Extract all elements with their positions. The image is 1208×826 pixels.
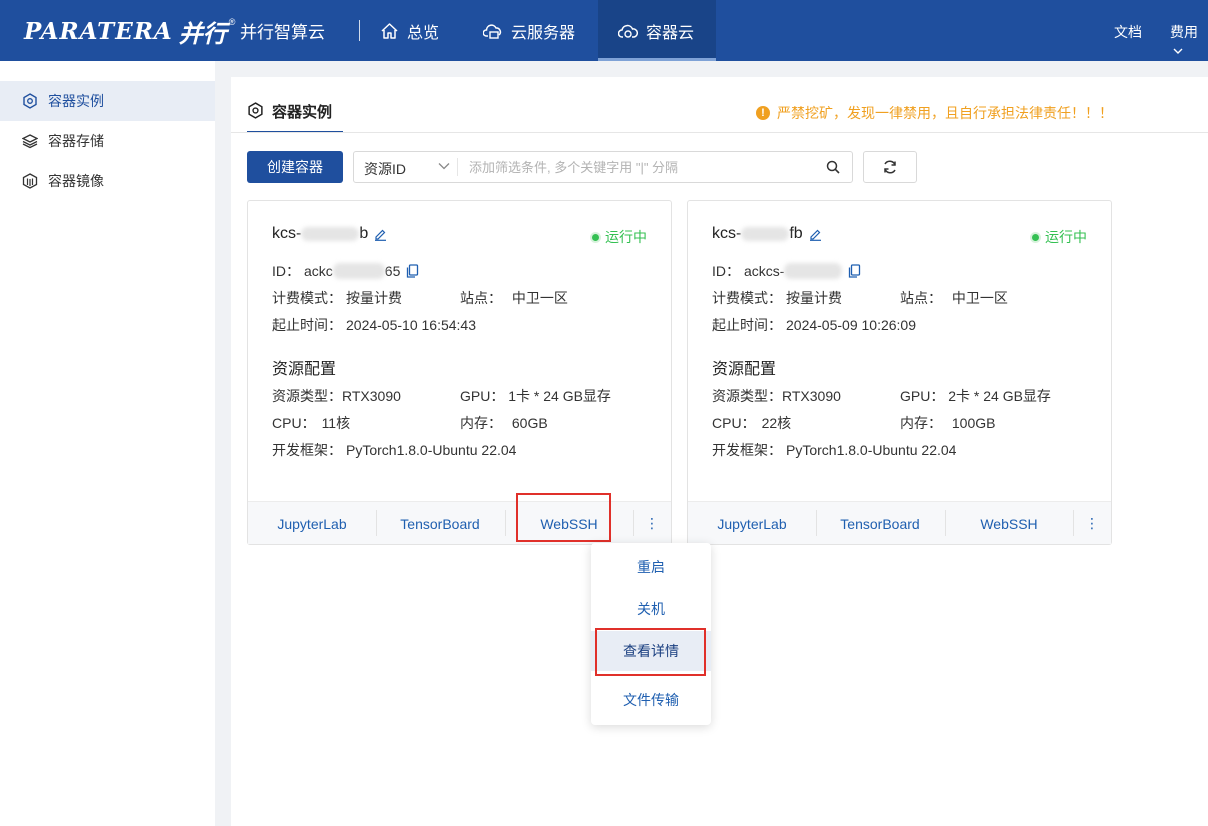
copy-icon[interactable] bbox=[406, 264, 419, 278]
redacted-text bbox=[741, 227, 790, 241]
nav-overview-label: 总览 bbox=[407, 24, 440, 42]
id-row: ID： ackc 65 bbox=[272, 261, 419, 281]
nav-cloud-server-label: 云服务器 bbox=[511, 24, 576, 42]
time-row: 起止时间： 2024-05-10 16:54:43 bbox=[272, 317, 476, 333]
status-badge: 运行中 bbox=[592, 227, 647, 247]
cpu-row: CPU： 22核 bbox=[712, 415, 792, 431]
warning-text: 严禁挖矿，发现一律禁用，且自行承担法律责任！！！ bbox=[777, 105, 1113, 121]
framework-row: 开发框架： PyTorch1.8.0-Ubuntu 22.04 bbox=[272, 442, 517, 458]
billing-menu[interactable]: 费用 bbox=[1170, 22, 1208, 58]
container-instance-icon bbox=[248, 102, 263, 119]
nav-cloud-server[interactable]: 云服务器 bbox=[483, 0, 575, 61]
redacted-text bbox=[784, 263, 843, 279]
sidebar-item-label: 容器镜像 bbox=[48, 173, 104, 189]
layers-icon bbox=[22, 134, 38, 149]
redacted-text bbox=[332, 263, 385, 279]
registered-mark: ® bbox=[228, 17, 236, 27]
cloud-container-icon bbox=[618, 24, 638, 38]
container-card: kcs- fb 运行中 ID： ackcs- 计费模式： 按量计费 站点： 中卫… bbox=[687, 200, 1112, 545]
id-row: ID： ackcs- bbox=[712, 261, 861, 281]
sidebar: 容器实例 容器存储 容器镜像 bbox=[0, 61, 215, 826]
brand-name: 并行智算云 bbox=[240, 23, 325, 42]
home-icon bbox=[381, 22, 398, 39]
resource-type-row: 资源类型： RTX3090 bbox=[712, 388, 841, 404]
edit-icon[interactable] bbox=[809, 228, 822, 241]
filter-separator bbox=[457, 158, 458, 176]
container-name: kcs- b bbox=[272, 225, 387, 243]
menu-item-shutdown[interactable]: 关机 bbox=[591, 589, 711, 629]
nav-container-cloud-label: 容器云 bbox=[646, 24, 695, 42]
tab-container-instance[interactable]: 容器实例 bbox=[247, 101, 332, 133]
docs-link[interactable]: 文档 bbox=[1114, 22, 1142, 42]
create-container-button[interactable]: 创建容器 bbox=[247, 151, 343, 183]
status-dot bbox=[1032, 233, 1039, 241]
gpu-row: GPU： 2卡 * 24 GB显存 bbox=[900, 388, 1051, 404]
more-actions-button[interactable]: ⋮ bbox=[1074, 502, 1110, 545]
cpu-row: CPU： 11核 bbox=[272, 415, 351, 431]
chevron-down-icon bbox=[1173, 48, 1183, 54]
site-row: 站点： 中卫一区 bbox=[460, 290, 568, 306]
jupyterlab-link[interactable]: JupyterLab bbox=[688, 502, 816, 545]
logo[interactable]: PARATERA 并行 ® bbox=[24, 16, 236, 48]
redacted-text bbox=[301, 227, 360, 241]
billing-row: 计费模式： 按量计费 bbox=[712, 290, 842, 306]
top-navigation: PARATERA 并行 ® 并行智算云 总览 云服务器 容器云 文档 费用 bbox=[0, 0, 1208, 61]
status-badge: 运行中 bbox=[1032, 227, 1087, 247]
time-row: 起止时间： 2024-05-09 10:26:09 bbox=[712, 317, 916, 333]
sidebar-item-label: 容器存储 bbox=[48, 133, 104, 149]
logo-en-text: PARATERA bbox=[24, 17, 173, 45]
billing-label: 费用 bbox=[1170, 24, 1198, 40]
nav-divider bbox=[359, 20, 360, 41]
jupyterlab-link[interactable]: JupyterLab bbox=[248, 502, 376, 545]
billing-row: 计费模式： 按量计费 bbox=[272, 290, 402, 306]
logo-cn-text: 并行 bbox=[178, 18, 227, 48]
tab-label: 容器实例 bbox=[272, 104, 333, 121]
copy-icon[interactable] bbox=[848, 264, 861, 278]
filter-field-select[interactable]: 资源ID bbox=[364, 159, 406, 179]
card-actions: JupyterLab TensorBoard WebSSH ⋮ bbox=[688, 501, 1111, 544]
menu-item-file-transfer[interactable]: 文件传输 bbox=[591, 680, 711, 720]
chevron-down-icon[interactable] bbox=[438, 161, 450, 171]
sidebar-item-label: 容器实例 bbox=[48, 93, 104, 109]
warning-icon: ! bbox=[756, 106, 770, 120]
memory-row: 内存： 60GB bbox=[460, 415, 548, 431]
site-row: 站点： 中卫一区 bbox=[900, 290, 1008, 306]
resource-config-title: 资源配置 bbox=[272, 361, 337, 378]
gpu-row: GPU： 1卡 * 24 GB显存 bbox=[460, 388, 611, 404]
main-panel: 容器实例 ! 严禁挖矿，发现一律禁用，且自行承担法律责任！！！ 创建容器 资源I… bbox=[231, 77, 1208, 826]
tensorboard-link[interactable]: TensorBoard bbox=[376, 502, 504, 545]
more-actions-button[interactable]: ⋮ bbox=[634, 502, 670, 545]
nav-overview[interactable]: 总览 bbox=[380, 0, 439, 61]
container-name: kcs- fb bbox=[712, 225, 822, 243]
cloud-server-icon bbox=[483, 23, 502, 39]
container-instance-icon bbox=[23, 93, 37, 109]
sidebar-item-container-storage[interactable]: 容器存储 bbox=[0, 121, 215, 161]
resource-type-row: 资源类型： RTX3090 bbox=[272, 388, 401, 404]
tensorboard-link[interactable]: TensorBoard bbox=[816, 502, 944, 545]
memory-row: 内存： 100GB bbox=[900, 415, 996, 431]
framework-row: 开发框架： PyTorch1.8.0-Ubuntu 22.04 bbox=[712, 442, 957, 458]
nav-container-cloud[interactable]: 容器云 bbox=[598, 0, 716, 61]
sidebar-item-container-image[interactable]: 容器镜像 bbox=[0, 161, 215, 201]
refresh-button[interactable] bbox=[863, 151, 917, 183]
edit-icon[interactable] bbox=[374, 228, 387, 241]
webssh-link[interactable]: WebSSH bbox=[945, 502, 1073, 545]
menu-item-restart[interactable]: 重启 bbox=[591, 547, 711, 587]
image-icon bbox=[22, 173, 38, 189]
status-dot bbox=[592, 233, 599, 241]
refresh-icon bbox=[884, 160, 896, 174]
resource-config-title: 资源配置 bbox=[712, 361, 777, 378]
tab-divider bbox=[231, 132, 1208, 133]
search-icon[interactable] bbox=[826, 160, 840, 174]
mining-warning: ! 严禁挖矿，发现一律禁用，且自行承担法律责任！！！ bbox=[756, 103, 1113, 123]
filter-input[interactable] bbox=[469, 156, 809, 178]
view-details-highlight-box bbox=[595, 628, 706, 676]
filter-bar: 资源ID bbox=[353, 151, 853, 183]
sidebar-item-container-instance[interactable]: 容器实例 bbox=[0, 81, 215, 121]
webssh-highlight-box bbox=[516, 493, 611, 542]
